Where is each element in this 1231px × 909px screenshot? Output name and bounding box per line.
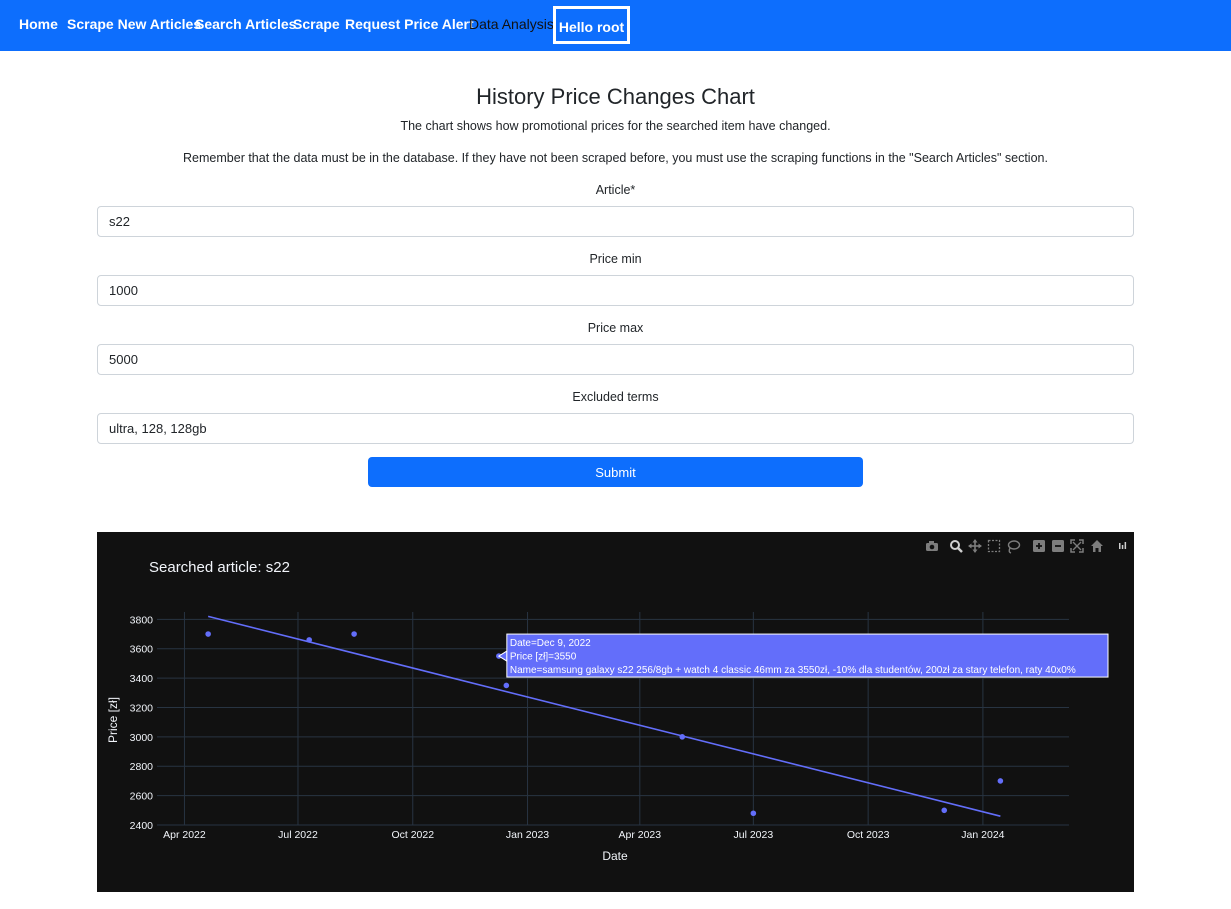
x-tick-label: Jan 2023 (506, 829, 549, 841)
article-label: Article* (595, 183, 636, 197)
lasso-select-icon[interactable] (1007, 540, 1021, 554)
y-tick-label: 3600 (130, 644, 154, 656)
nav-scrape-link[interactable]: Scrape (293, 16, 340, 32)
page-description: The chart shows how promotional prices f… (400, 119, 831, 133)
x-tick-label: Jul 2023 (734, 829, 774, 841)
price-max-label: Price max (587, 321, 644, 335)
reset-axes-icon[interactable] (1091, 540, 1103, 552)
nav-request-price-alert-link[interactable]: Request Price Alert (345, 16, 474, 32)
data-point (679, 734, 686, 740)
x-axis-label: Date (602, 849, 628, 863)
y-tick-label: 3400 (130, 673, 154, 685)
nav-home-link[interactable]: Home (19, 16, 58, 32)
x-tick-label: Apr 2023 (619, 829, 662, 841)
zoom-in-icon[interactable] (1033, 540, 1045, 552)
nav-scrape-new-articles-link[interactable]: Scrape New Articles (67, 16, 201, 32)
chart-title: Searched article: s22 (149, 559, 290, 576)
y-tick-label: 3200 (130, 702, 154, 714)
y-tick-label: 2800 (130, 761, 154, 773)
user-greeting-text: Hello root (558, 19, 625, 35)
x-tick-label: Oct 2022 (391, 829, 434, 841)
y-tick-label: 3000 (130, 732, 154, 744)
box-select-icon[interactable] (987, 539, 1001, 553)
nav-data-analysis-link[interactable]: Data Analysis (469, 16, 554, 32)
user-greeting-box[interactable]: Hello root (553, 6, 630, 44)
nav-search-articles-link[interactable]: Search Articles (195, 16, 296, 32)
price-max-input[interactable] (97, 344, 1134, 375)
data-point (351, 631, 357, 637)
navbar: Home Scrape New Articles Search Articles… (0, 0, 1231, 51)
page-title: History Price Changes Chart (476, 84, 755, 109)
x-tick-label: Apr 2022 (163, 829, 206, 841)
x-tick-label: Jan 2024 (961, 829, 1004, 841)
y-axis-label: Price [zł] (106, 697, 120, 743)
data-point (205, 631, 211, 637)
hover-tooltip-line: Price [zł]=3550 (510, 652, 577, 663)
zoom-out-icon[interactable] (1052, 540, 1064, 552)
y-tick-label: 3800 (130, 614, 154, 626)
page-reminder: Remember that the data must be in the da… (183, 151, 1048, 165)
data-point (503, 682, 510, 689)
camera-icon[interactable] (926, 541, 938, 551)
autoscale-icon[interactable] (1070, 539, 1084, 553)
pan-icon[interactable] (968, 539, 982, 553)
x-tick-label: Jul 2022 (278, 829, 318, 841)
excluded-terms-input[interactable] (97, 413, 1134, 444)
excluded-terms-label: Excluded terms (572, 390, 659, 404)
price-min-label: Price min (589, 252, 642, 266)
plotly-logo-icon[interactable] (1117, 540, 1128, 551)
y-tick-label: 2400 (130, 820, 154, 832)
zoom-icon[interactable] (950, 540, 963, 553)
data-point (306, 637, 313, 643)
data-point (941, 807, 948, 814)
hover-tooltip-line: Date=Dec 9, 2022 (510, 638, 591, 649)
data-point (997, 778, 1004, 784)
price-min-input[interactable] (97, 275, 1134, 306)
article-input[interactable] (97, 206, 1134, 237)
data-point (750, 810, 757, 817)
chart-svg: Searched article: s22 2400 2600 2800 3000 32… (106, 539, 1128, 863)
hover-tooltip: Date=Dec 9, 2022 Price [zł]=3550 Name=sams… (497, 633, 1109, 678)
x-tick-label: Oct 2023 (847, 829, 890, 841)
hover-tooltip-pointer (497, 650, 508, 662)
chart-modebar (926, 539, 1128, 554)
y-tick-label: 2600 (130, 791, 154, 803)
price-history-chart: Searched article: s22 2400 2600 2800 3000 32… (97, 532, 1134, 892)
submit-button[interactable]: Submit (368, 457, 863, 487)
hover-tooltip-line: Name=samsung galaxy s22 256/8gb + watch … (510, 665, 1076, 676)
